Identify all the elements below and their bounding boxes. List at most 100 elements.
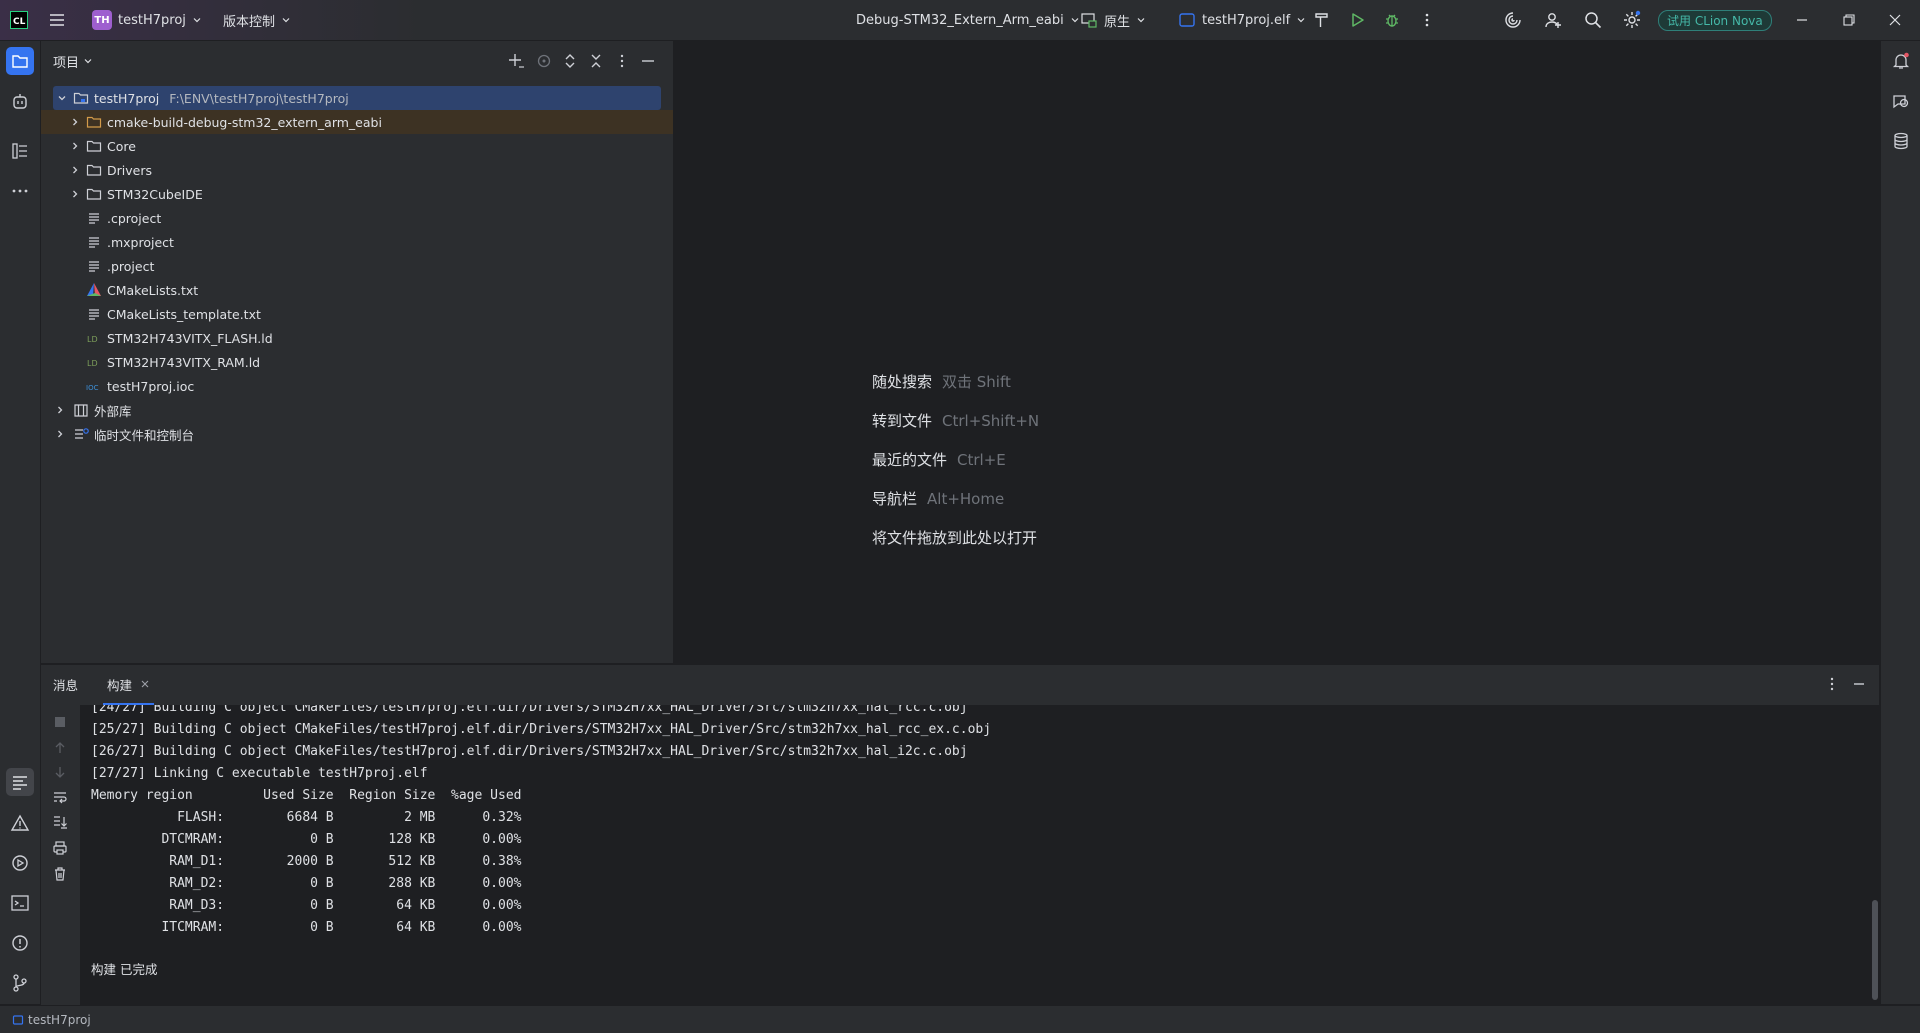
console-scrollbar[interactable] [1870, 705, 1880, 1005]
chevron-down-icon [282, 18, 290, 23]
tree-item[interactable]: CMakeLists.txt [41, 278, 673, 302]
chevron-down-icon[interactable] [55, 91, 69, 105]
editor-empty-state[interactable]: 随处搜索 双击 Shift 转到文件 Ctrl+Shift+N 最近的文件 Ctrl+E 导… [674, 41, 1879, 663]
tree-item-label: CMakeLists_template.txt [107, 306, 261, 322]
status-breadcrumb[interactable]: testH7proj [12, 1013, 91, 1027]
tree-item[interactable]: cmake-build-debug-stm32_extern_arm_eabi [41, 110, 673, 134]
scrollbar-thumb[interactable] [1872, 900, 1878, 1000]
editor-hint: 将文件拖放到此处以打开 [872, 527, 1037, 548]
main-menu-button[interactable] [48, 0, 66, 40]
tree-item[interactable]: .project [41, 254, 673, 278]
tree-item[interactable]: STM32CubeIDE [41, 182, 673, 206]
ai-chat-button[interactable] [1887, 87, 1915, 115]
tree-item-label: testH7proj.ioc [107, 378, 195, 394]
tree-item[interactable]: LD STM32H743VITX_FLASH.ld [41, 326, 673, 350]
next-message-button[interactable] [51, 763, 69, 781]
run-button[interactable] [1348, 0, 1366, 40]
hide-build-panel-button[interactable] [1851, 676, 1867, 692]
previous-message-button[interactable] [51, 739, 69, 757]
vcs-menu[interactable]: 版本控制 [223, 0, 291, 40]
app-logo-icon[interactable]: CL [10, 0, 28, 40]
ai-assistant-button[interactable] [1503, 0, 1523, 40]
tree-item[interactable]: .cproject [41, 206, 673, 230]
stop-button[interactable] [51, 713, 69, 731]
panel-options-button[interactable] [613, 52, 631, 70]
printer-icon [53, 841, 67, 855]
editor-hint: 最近的文件 Ctrl+E [872, 449, 1006, 470]
folder-icon [86, 138, 102, 154]
tree-item[interactable]: IOC testH7proj.ioc [41, 374, 673, 398]
build-panel-options-button[interactable] [1824, 676, 1840, 692]
services-tool-button[interactable] [6, 849, 34, 877]
new-file-button[interactable] [507, 52, 525, 70]
more-actions-button[interactable] [1418, 0, 1436, 40]
code-with-me-button[interactable] [1544, 0, 1564, 40]
more-tools-button[interactable] [6, 177, 34, 205]
collapse-all-button[interactable] [587, 52, 605, 70]
services-icon [12, 855, 28, 871]
tree-item[interactable]: Drivers [41, 158, 673, 182]
clear-all-button[interactable] [51, 865, 69, 883]
tree-root-row[interactable]: testH7proj F:\ENV\testH7proj\testH7proj [53, 86, 661, 110]
tree-item[interactable]: CMakeLists_template.txt [41, 302, 673, 326]
settings-button[interactable] [1622, 0, 1642, 40]
scroll-to-end-button[interactable] [51, 813, 69, 831]
restore-window-button[interactable] [1842, 0, 1856, 40]
search-button[interactable] [1583, 0, 1603, 40]
debug-button[interactable] [1383, 0, 1401, 40]
trial-badge[interactable]: 试用 CLion Nova [1658, 0, 1772, 40]
console-line: RAM_D3: 0 B 64 KB 0.00% [91, 898, 522, 913]
chevron-right-icon[interactable] [53, 427, 67, 441]
chevron-right-icon[interactable] [68, 115, 82, 129]
tree-external-libs[interactable]: 外部库 [41, 398, 673, 422]
tree-item[interactable]: Core [41, 134, 673, 158]
tree-scratches[interactable]: 临时文件和控制台 [41, 422, 673, 446]
toolchain-selector[interactable]: 原生 [1080, 0, 1146, 40]
close-icon[interactable] [140, 679, 150, 689]
tree-item[interactable]: LD STM32H743VITX_RAM.ld [41, 350, 673, 374]
vcs-label: 版本控制 [223, 14, 276, 30]
database-button[interactable] [1887, 127, 1915, 155]
expand-all-button[interactable] [561, 52, 579, 70]
git-tool-button[interactable] [6, 969, 34, 997]
editor-hint: 转到文件 Ctrl+Shift+N [872, 410, 1039, 431]
project-tool-button[interactable] [6, 47, 34, 75]
build-button[interactable] [1313, 0, 1331, 40]
project-panel-title: 项目 [53, 55, 80, 71]
minimize-icon [1797, 19, 1807, 21]
hammer-icon [1315, 13, 1328, 27]
tab-build[interactable]: 构建 [103, 665, 155, 705]
build-tool-window: 消息 构建 [24/27] Building C object CMakeFil… [41, 664, 1880, 1005]
structure-tool-button[interactable] [6, 137, 34, 165]
expand-icon [565, 54, 575, 68]
run-config-selector[interactable]: Debug-STM32_Extern_Arm_eabi [856, 0, 1080, 40]
problems-tool-button[interactable] [6, 809, 34, 837]
debug-tool-button[interactable] [6, 87, 34, 115]
problems-view-button[interactable] [6, 929, 34, 957]
build-tool-button[interactable] [6, 768, 34, 796]
tree-root-name: testH7proj [94, 90, 160, 106]
notifications-button[interactable] [1887, 47, 1915, 75]
tree-item[interactable]: .mxproject [41, 230, 673, 254]
chevron-right-icon[interactable] [53, 403, 67, 417]
text-file-icon [86, 258, 102, 274]
select-opened-file-button[interactable] [535, 52, 553, 70]
target-selector[interactable]: testH7proj.elf [1178, 0, 1306, 40]
print-button[interactable] [51, 839, 69, 857]
soft-wrap-button[interactable] [51, 789, 69, 807]
minimize-icon [642, 60, 654, 62]
chevron-right-icon[interactable] [68, 163, 82, 177]
minimize-window-button[interactable] [1795, 0, 1809, 40]
tab-messages[interactable]: 消息 [53, 665, 78, 703]
terminal-tool-button[interactable] [6, 889, 34, 917]
chevron-right-icon[interactable] [68, 187, 82, 201]
build-console-output[interactable]: [24/27] Building C object CMakeFiles/tes… [80, 705, 1880, 1005]
close-window-button[interactable] [1888, 0, 1902, 40]
hint-label: 将文件拖放到此处以打开 [872, 529, 1038, 547]
hide-panel-button[interactable] [639, 52, 657, 70]
collapse-icon [591, 54, 601, 68]
project-selector[interactable]: TH testH7proj [92, 0, 202, 40]
project-view-selector[interactable]: 项目 [53, 41, 93, 81]
chevron-down-icon [1137, 18, 1145, 23]
chevron-right-icon[interactable] [68, 139, 82, 153]
